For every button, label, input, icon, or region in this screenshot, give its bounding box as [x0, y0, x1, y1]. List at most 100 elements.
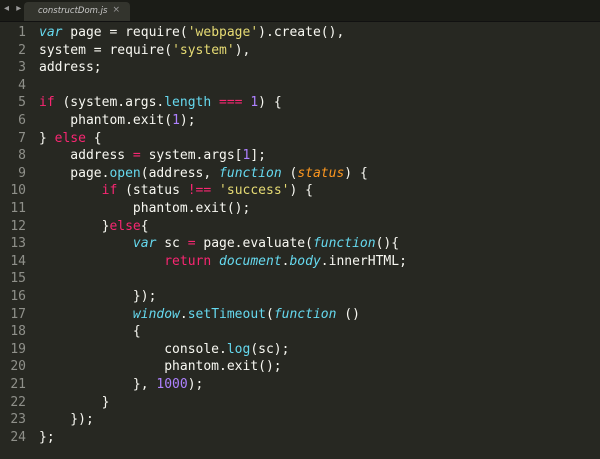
code-line[interactable]: 19 console.log(sc);	[0, 341, 600, 358]
code-line[interactable]: 10 if (status !== 'success') {	[0, 182, 600, 199]
code-token-plain: }	[39, 130, 55, 146]
code-text: system = require('system'),	[39, 42, 250, 59]
code-line[interactable]: 15	[0, 270, 600, 287]
code-token-support: open	[109, 165, 141, 181]
code-line[interactable]: 20 phantom.exit();	[0, 358, 600, 375]
code-line[interactable]: 7 } else {	[0, 130, 600, 147]
code-line[interactable]: 18 {	[0, 323, 600, 340]
code-token-string: 'success'	[219, 183, 290, 199]
line-number: 13	[10, 236, 26, 252]
code-token-plain: (system.args.	[54, 95, 165, 111]
code-token-plain: });	[39, 289, 157, 304]
code-text: page.open(address, function (status) {	[39, 165, 367, 182]
code-token-storage: document	[219, 253, 282, 269]
code-token-number: 1	[172, 113, 180, 128]
code-text: }else{	[39, 218, 149, 235]
code-token-number: 1	[250, 95, 259, 111]
code-token-keyword: else	[109, 218, 141, 234]
code-token-plain: .	[179, 306, 188, 322]
line-number: 5	[18, 95, 26, 111]
code-token-storage: window	[132, 306, 180, 322]
code-token-storage: function	[312, 236, 376, 252]
code-line[interactable]: 14 return document.body.innerHTML;	[0, 253, 600, 270]
code-line[interactable]: 17 window.setTimeout(function ()	[0, 306, 600, 323]
tab-nav-arrows-icon[interactable]: ◂ ▸	[4, 3, 23, 14]
code-line[interactable]: 5 if (system.args.length === 1) {	[0, 94, 600, 111]
code-token-plain: phantom.exit(	[39, 113, 173, 128]
code-text: });	[39, 411, 94, 428]
code-text: } else {	[39, 130, 102, 147]
line-number: 2	[18, 42, 26, 58]
code-token-plain: },	[39, 377, 157, 392]
line-number: 7	[18, 130, 26, 146]
line-number: 12	[10, 218, 26, 234]
code-token-plain: ) {	[258, 95, 282, 111]
code-text: }	[39, 394, 110, 411]
line-number: 14	[10, 253, 26, 269]
line-number: 20	[10, 359, 26, 375]
code-editor[interactable]: 1 var page = require('webpage').create(),…	[0, 22, 600, 459]
code-line[interactable]: 4	[0, 77, 600, 94]
code-token-plain: (status	[117, 183, 188, 199]
code-token-support: setTimeout	[187, 306, 266, 322]
code-text: console.log(sc);	[39, 341, 289, 358]
code-line[interactable]: 6 phantom.exit(1);	[0, 112, 600, 129]
code-line[interactable]: 23 });	[0, 411, 600, 428]
code-text: };	[39, 429, 55, 446]
code-token-plain: );	[179, 113, 196, 128]
code-line[interactable]: 24};	[0, 429, 600, 446]
code-token-plain: });	[39, 412, 94, 428]
code-token-plain: {	[140, 218, 149, 234]
code-token-keyword: ===	[219, 95, 243, 111]
code-line[interactable]: 2 system = require('system'),	[0, 42, 600, 59]
tab-close-icon[interactable]: ×	[112, 5, 120, 15]
tab-bar: ◂ ▸ constructDom.js ×	[0, 0, 600, 22]
code-token-plain: page = require(	[62, 25, 188, 40]
line-number: 17	[10, 306, 26, 322]
code-token-plain: };	[39, 429, 55, 445]
line-number: 23	[10, 412, 26, 428]
code-text: }, 1000);	[39, 376, 203, 393]
code-line[interactable]: 8 address = system.args[1];	[0, 147, 600, 164]
code-line[interactable]: 13 var sc = page.evaluate(function(){	[0, 235, 600, 252]
line-number: 4	[18, 77, 26, 93]
code-line[interactable]: 12 }else{	[0, 218, 600, 235]
code-token-storage: var	[132, 236, 157, 252]
code-text: address = system.args[1];	[39, 147, 266, 164]
line-number: 6	[18, 113, 26, 128]
code-text: var page = require('webpage').create(),	[39, 24, 344, 41]
code-token-plain: (){	[375, 236, 400, 252]
code-token-plain: console.	[39, 341, 227, 357]
code-line[interactable]: 21 }, 1000);	[0, 376, 600, 393]
code-line[interactable]: 11 phantom.exit();	[0, 200, 600, 217]
code-token-plain: (sc);	[250, 341, 290, 357]
code-line[interactable]: 9 page.open(address, function (status) {	[0, 165, 600, 182]
code-token-plain: }	[39, 394, 110, 410]
code-token-plain: (	[266, 306, 274, 322]
line-number: 19	[10, 341, 26, 357]
code-text: phantom.exit(1);	[39, 112, 196, 129]
code-line[interactable]: 16 });	[0, 288, 600, 305]
line-number: 8	[18, 148, 26, 164]
code-text: var sc = page.evaluate(function(){	[39, 235, 399, 252]
code-text: if (system.args.length === 1) {	[39, 94, 282, 111]
code-text: phantom.exit();	[39, 358, 281, 375]
code-token-plain: ),	[234, 42, 251, 58]
code-line[interactable]: 1 var page = require('webpage').create(),	[0, 24, 600, 41]
line-number: 21	[10, 377, 26, 392]
code-line[interactable]: 3 address;	[0, 59, 600, 76]
code-line[interactable]: 22 }	[0, 394, 600, 411]
tab-constructdom-js[interactable]: constructDom.js ×	[24, 2, 130, 21]
code-token-plain: address;	[39, 60, 102, 76]
code-token-plain: system.args[	[140, 148, 243, 164]
code-token-number: 1000	[156, 377, 188, 392]
line-number: 10	[10, 183, 26, 199]
code-token-support: length	[164, 95, 212, 111]
code-text: if (status !== 'success') {	[39, 182, 313, 199]
code-token-param: status	[297, 165, 345, 181]
